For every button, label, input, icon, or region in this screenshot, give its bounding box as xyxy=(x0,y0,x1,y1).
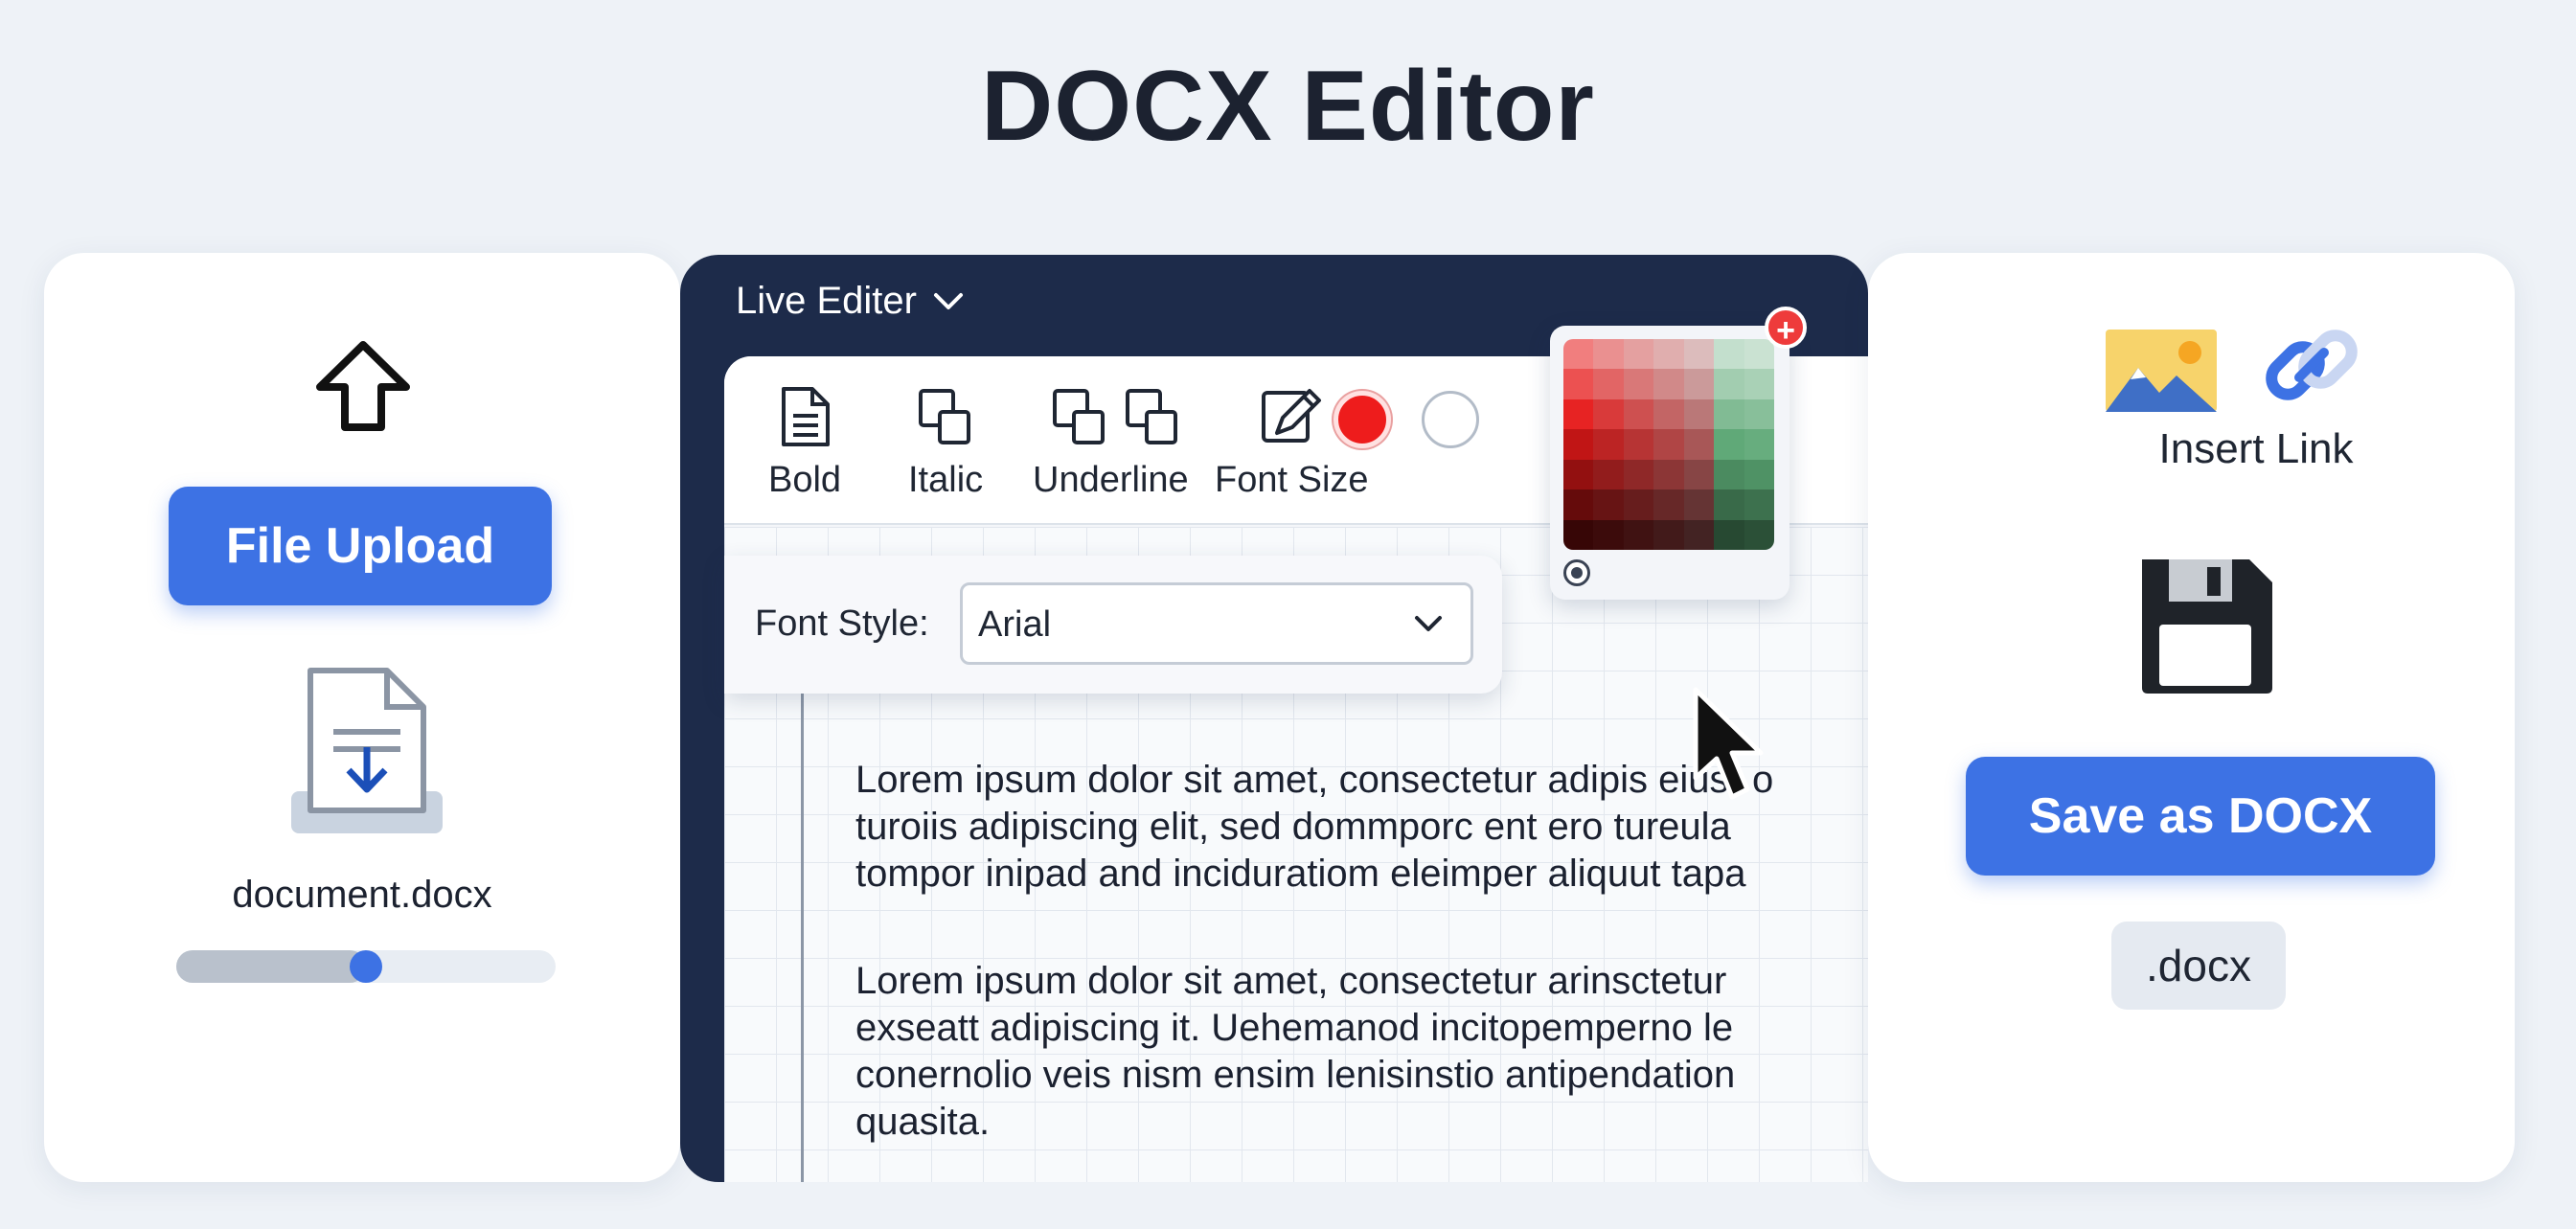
document-icon xyxy=(782,387,831,446)
palette-color-cell[interactable] xyxy=(1683,429,1715,460)
color-swatch-white[interactable] xyxy=(1422,391,1479,448)
palette-color-cell[interactable] xyxy=(1593,369,1624,399)
document-line: conernolio veis nism ensim lenisinstio a… xyxy=(855,1054,1736,1096)
insert-link-label[interactable]: Insert Link xyxy=(2146,425,2366,473)
chevron-down-icon xyxy=(933,292,963,309)
font-style-select[interactable]: Arial xyxy=(960,582,1473,665)
palette-color-cell[interactable] xyxy=(1653,489,1684,520)
palette-color-cell[interactable] xyxy=(1593,519,1624,550)
palette-color-cell[interactable] xyxy=(1744,459,1774,490)
squares-icon xyxy=(1053,389,1178,444)
palette-color-cell[interactable] xyxy=(1744,398,1774,430)
actions-panel: Insert Link Save as DOCX .docx xyxy=(1868,253,2515,1182)
italic-tool[interactable]: Italic xyxy=(908,385,983,501)
document-line: exseatt adipiscing it. Uehemanod incitop… xyxy=(855,1007,1734,1049)
palette-color-cell[interactable] xyxy=(1623,398,1654,430)
palette-color-cell[interactable] xyxy=(1744,429,1774,460)
chevron-down-icon xyxy=(1415,616,1442,631)
floppy-disk-icon[interactable] xyxy=(2132,554,2276,697)
palette-color-cell[interactable] xyxy=(1563,339,1594,370)
palette-color-cell[interactable] xyxy=(1744,519,1774,550)
palette-color-cell[interactable] xyxy=(1593,339,1624,370)
document-line: turoiis adipiscing elit, sed dommporc en… xyxy=(855,806,1731,848)
palette-color-cell[interactable] xyxy=(1744,339,1774,370)
upload-progress-fill xyxy=(176,950,366,983)
palette-color-cell[interactable] xyxy=(1623,489,1654,520)
palette-color-cell[interactable] xyxy=(1744,489,1774,520)
palette-color-cell[interactable] xyxy=(1653,339,1684,370)
palette-color-cell[interactable] xyxy=(1683,369,1715,399)
upload-progress-bar[interactable] xyxy=(176,950,556,983)
palette-color-cell[interactable] xyxy=(1653,369,1684,399)
italic-label: Italic xyxy=(908,460,984,500)
editor-title: Live Editer xyxy=(736,280,917,322)
palette-color-cell[interactable] xyxy=(1653,398,1684,430)
page-title: DOCX Editor xyxy=(981,51,1595,162)
mouse-pointer-icon xyxy=(1693,687,1764,800)
color-palette-grid[interactable] xyxy=(1563,339,1774,550)
add-color-button[interactable]: + xyxy=(1765,307,1807,349)
font-style-label: Font Style: xyxy=(755,603,929,644)
palette-color-cell[interactable] xyxy=(1714,519,1744,550)
document-line: quasita. xyxy=(855,1101,991,1143)
docx-download-file-icon xyxy=(291,668,443,833)
save-as-docx-button[interactable]: Save as DOCX xyxy=(1966,757,2435,876)
color-picker-popup: + xyxy=(1550,307,1807,600)
palette-color-cell[interactable] xyxy=(1653,429,1684,460)
upload-arrow-icon xyxy=(316,341,410,431)
palette-color-cell[interactable] xyxy=(1683,398,1715,430)
underline-tool[interactable]: Underline xyxy=(1033,385,1189,501)
palette-color-cell[interactable] xyxy=(1714,398,1744,430)
palette-color-cell[interactable] xyxy=(1714,339,1744,370)
squares-icon xyxy=(919,389,971,444)
file-upload-button[interactable]: File Upload xyxy=(169,487,552,605)
palette-color-cell[interactable] xyxy=(1563,398,1594,430)
palette-color-cell[interactable] xyxy=(1653,459,1684,490)
font-style-value: Arial xyxy=(978,604,1052,645)
palette-color-cell[interactable] xyxy=(1653,519,1684,550)
file-extension-badge: .docx xyxy=(2111,922,2286,1010)
palette-color-cell[interactable] xyxy=(1714,369,1744,399)
document-line: Lorem ipsum dolor sit amet, consectetur … xyxy=(855,960,1727,1002)
palette-color-cell[interactable] xyxy=(1623,369,1654,399)
palette-color-cell[interactable] xyxy=(1623,459,1654,490)
palette-color-cell[interactable] xyxy=(1563,459,1594,490)
palette-color-cell[interactable] xyxy=(1683,339,1715,370)
palette-color-cell[interactable] xyxy=(1593,429,1624,460)
image-icon[interactable] xyxy=(2106,330,2217,412)
upload-panel: File Upload document.docx xyxy=(44,253,680,1182)
font-style-panel: Font Style: Arial xyxy=(724,556,1502,694)
palette-color-cell[interactable] xyxy=(1563,489,1594,520)
palette-color-cell[interactable] xyxy=(1714,429,1744,460)
edit-icon xyxy=(1262,389,1322,443)
palette-color-cell[interactable] xyxy=(1683,489,1715,520)
palette-color-cell[interactable] xyxy=(1563,369,1594,399)
palette-color-cell[interactable] xyxy=(1623,339,1654,370)
palette-color-cell[interactable] xyxy=(1623,429,1654,460)
palette-color-cell[interactable] xyxy=(1683,519,1715,550)
palette-color-cell[interactable] xyxy=(1593,489,1624,520)
palette-color-cell[interactable] xyxy=(1744,369,1774,399)
palette-color-cell[interactable] xyxy=(1714,459,1744,490)
palette-color-cell[interactable] xyxy=(1563,429,1594,460)
palette-color-cell[interactable] xyxy=(1683,459,1715,490)
palette-color-cell[interactable] xyxy=(1563,519,1594,550)
bold-label: Bold xyxy=(768,460,842,500)
underline-label: Underline xyxy=(1033,460,1189,500)
palette-color-cell[interactable] xyxy=(1623,519,1654,550)
file-name: document.docx xyxy=(232,874,492,916)
upload-progress-handle[interactable] xyxy=(350,950,382,983)
color-swatch-red[interactable] xyxy=(1334,391,1391,448)
bold-tool[interactable]: Bold xyxy=(768,385,841,501)
font-size-label: Font Size xyxy=(1215,460,1369,500)
color-mode-radio[interactable] xyxy=(1563,559,1590,586)
editor-header-dropdown[interactable]: Live Editer xyxy=(736,280,965,323)
link-icon[interactable] xyxy=(2261,318,2362,414)
palette-color-cell[interactable] xyxy=(1593,398,1624,430)
palette-color-cell[interactable] xyxy=(1593,459,1624,490)
document-line: tompor inipad and inciduratiom eleimper … xyxy=(855,853,1746,895)
palette-color-cell[interactable] xyxy=(1714,489,1744,520)
document-paragraph-2[interactable]: Lorem ipsum dolor sit amet, consectetur … xyxy=(855,958,1866,1146)
